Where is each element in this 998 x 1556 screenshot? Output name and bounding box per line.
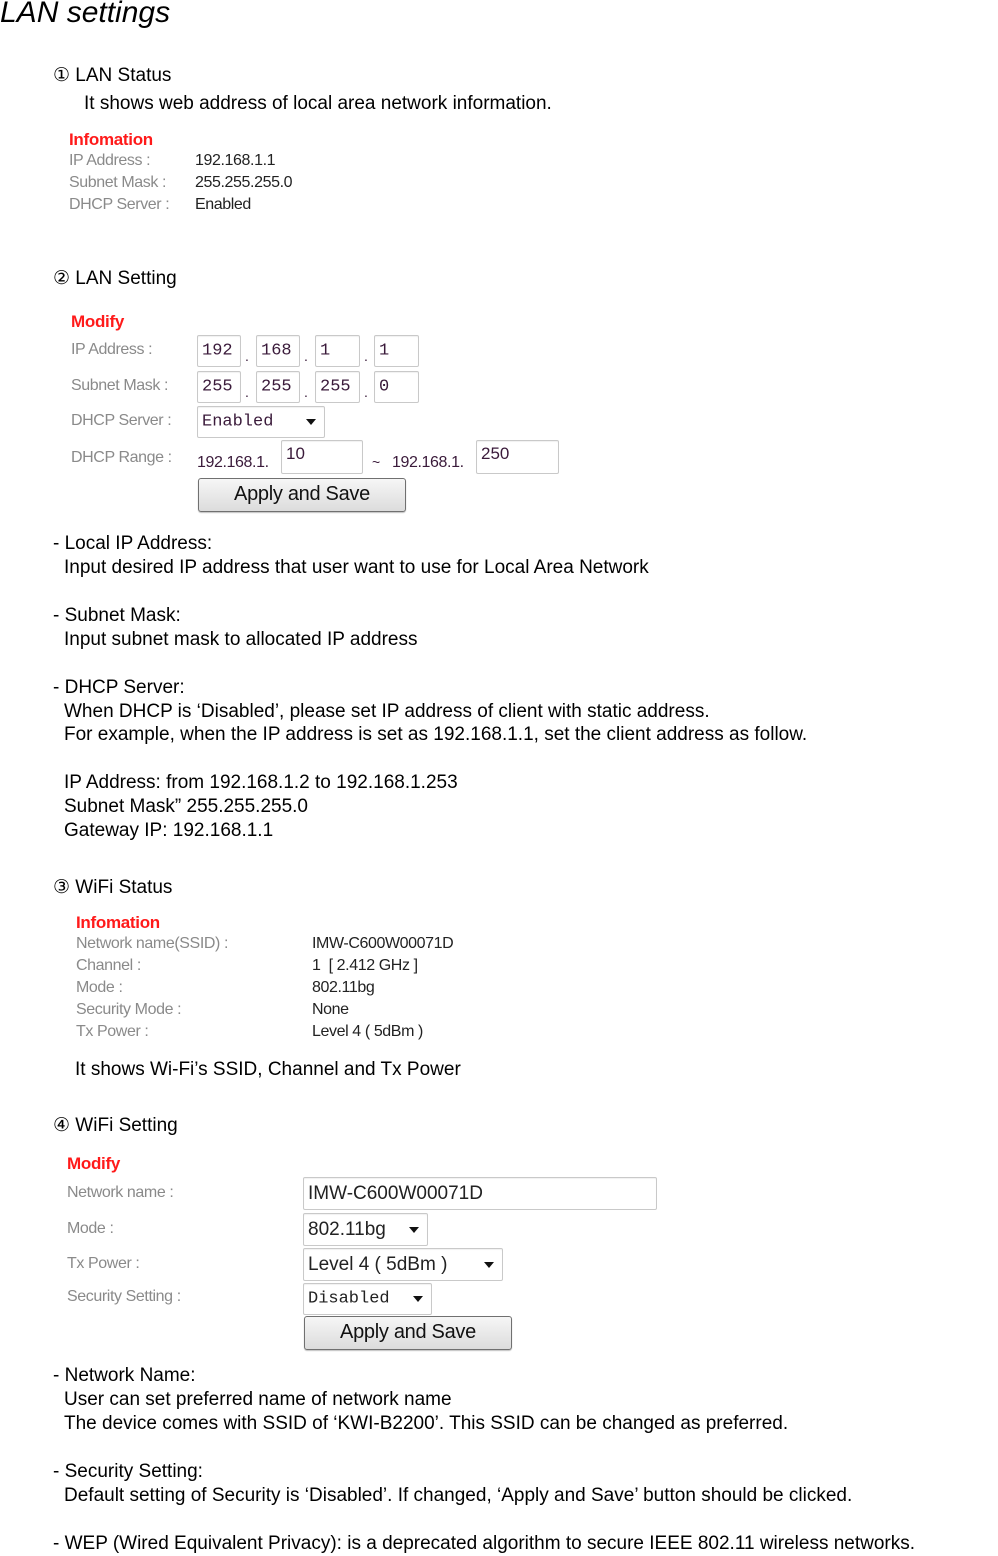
dhcp-range-separator: ~ bbox=[372, 454, 381, 470]
chevron-down-icon bbox=[413, 1296, 423, 1302]
chevron-down-icon bbox=[306, 419, 316, 425]
note-security-text: Default setting of Security is ‘Disabled… bbox=[64, 1485, 853, 1506]
wifi-status-value-mode: 802.11bg bbox=[312, 979, 375, 996]
note-network-name-text-1: User can set preferred name of network n… bbox=[64, 1389, 452, 1410]
dhcp-range-end-prefix: 192.168.1. bbox=[392, 454, 464, 471]
wifi-status-description: It shows Wi-Fi’s SSID, Channel and Tx Po… bbox=[75, 1059, 461, 1080]
note-subnet-title: - Subnet Mask: bbox=[53, 605, 181, 626]
security-setting-select[interactable]: Disabled bbox=[303, 1283, 432, 1315]
mask-octet-2-input[interactable]: 255 bbox=[256, 371, 300, 403]
mask-dot: . bbox=[304, 384, 308, 400]
lan-status-label-dhcp: DHCP Server : bbox=[69, 196, 170, 213]
page-title: LAN settings bbox=[0, 0, 171, 29]
note-wep: - WEP (Wired Equivalent Privacy): is a d… bbox=[53, 1533, 916, 1554]
dhcp-range-start-input[interactable]: 10 bbox=[281, 440, 363, 474]
subnet-mask-label: Subnet Mask : bbox=[71, 377, 169, 394]
wifi-status-label-channel: Channel : bbox=[76, 957, 141, 974]
dhcp-range-start-prefix: 192.168.1. bbox=[197, 454, 269, 471]
lan-apply-and-save-button[interactable]: Apply and Save bbox=[198, 478, 406, 512]
dhcp-range-end-input[interactable]: 250 bbox=[476, 440, 559, 474]
ip-octet-3-input[interactable]: 1 bbox=[315, 335, 360, 367]
wifi-status-heading: ③ WiFi Status bbox=[53, 877, 173, 898]
chevron-down-icon bbox=[409, 1226, 419, 1233]
note-dhcp-title: - DHCP Server: bbox=[53, 677, 185, 698]
chevron-down-icon bbox=[484, 1261, 494, 1268]
lan-setting-heading: ② LAN Setting bbox=[53, 268, 177, 289]
wifi-status-value-txpower: Level 4 ( 5dBm ) bbox=[312, 1023, 423, 1040]
lan-setting-panel-header: Modify bbox=[71, 312, 124, 331]
ip-octet-4-input[interactable]: 1 bbox=[374, 335, 419, 367]
lan-status-value-dhcp: Enabled bbox=[195, 196, 251, 213]
ip-address-label: IP Address : bbox=[71, 341, 153, 358]
example-ip-range: IP Address: from 192.168.1.2 to 192.168.… bbox=[64, 772, 458, 793]
example-gateway: Gateway IP: 192.168.1.1 bbox=[64, 820, 274, 841]
tx-power-label: Tx Power : bbox=[67, 1255, 140, 1272]
mode-label: Mode : bbox=[67, 1220, 114, 1237]
note-local-ip-text: Input desired IP address that user want … bbox=[64, 557, 649, 578]
dhcp-range-label: DHCP Range : bbox=[71, 449, 172, 466]
wifi-status-value-ssid: IMW-C600W00071D bbox=[312, 935, 454, 952]
dhcp-server-select[interactable]: Enabled bbox=[197, 406, 325, 438]
network-name-input[interactable]: IMW-C600W00071D bbox=[303, 1177, 657, 1210]
ip-octet-1-input[interactable]: 192 bbox=[197, 335, 241, 367]
mask-octet-3-input[interactable]: 255 bbox=[315, 371, 360, 403]
wifi-status-label-ssid: Network name(SSID) : bbox=[76, 935, 229, 952]
wifi-apply-and-save-button[interactable]: Apply and Save bbox=[304, 1316, 512, 1350]
ip-octet-2-input[interactable]: 168 bbox=[256, 335, 300, 367]
mask-dot: . bbox=[364, 384, 368, 400]
wifi-status-label-security: Security Mode : bbox=[76, 1001, 182, 1018]
note-security-title: - Security Setting: bbox=[53, 1461, 203, 1482]
ip-dot: . bbox=[304, 348, 308, 364]
note-network-name-title: - Network Name: bbox=[53, 1365, 196, 1386]
mask-dot: . bbox=[245, 384, 249, 400]
note-network-name-text-2: The device comes with SSID of ‘KWI-B2200… bbox=[64, 1413, 789, 1434]
lan-status-value-ip: 192.168.1.1 bbox=[195, 152, 276, 169]
security-setting-label: Security Setting : bbox=[67, 1288, 181, 1305]
mask-octet-1-input[interactable]: 255 bbox=[197, 371, 241, 403]
note-dhcp-text-1: When DHCP is ‘Disabled’, please set IP a… bbox=[64, 701, 710, 722]
wifi-setting-panel-header: Modify bbox=[67, 1154, 120, 1173]
dhcp-server-label: DHCP Server : bbox=[71, 412, 172, 429]
wifi-status-label-txpower: Tx Power : bbox=[76, 1023, 149, 1040]
tx-power-select[interactable]: Level 4 ( 5dBm ) bbox=[303, 1248, 503, 1281]
example-subnet: Subnet Mask” 255.255.255.0 bbox=[64, 796, 309, 817]
note-dhcp-text-2: For example, when the IP address is set … bbox=[64, 724, 808, 745]
lan-status-label-mask: Subnet Mask : bbox=[69, 174, 167, 191]
lan-status-label-ip: IP Address : bbox=[69, 152, 151, 169]
wifi-status-panel-header: Infomation bbox=[76, 913, 160, 932]
mode-select[interactable]: 802.11bg bbox=[303, 1213, 428, 1246]
lan-status-description: It shows web address of local area netwo… bbox=[84, 93, 552, 114]
ip-dot: . bbox=[364, 348, 368, 364]
ip-dot: . bbox=[245, 348, 249, 364]
note-local-ip-title: - Local IP Address: bbox=[53, 533, 213, 554]
wifi-setting-heading: ④ WiFi Setting bbox=[53, 1115, 178, 1136]
lan-status-value-mask: 255.255.255.0 bbox=[195, 174, 293, 191]
wifi-status-value-channel: 1 [ 2.412 GHz ] bbox=[312, 957, 418, 974]
mask-octet-4-input[interactable]: 0 bbox=[374, 371, 419, 403]
lan-status-panel-header: Infomation bbox=[69, 130, 153, 149]
wifi-status-label-mode: Mode : bbox=[76, 979, 123, 996]
network-name-label: Network name : bbox=[67, 1184, 174, 1201]
lan-status-heading: ① LAN Status bbox=[53, 65, 172, 86]
note-subnet-text: Input subnet mask to allocated IP addres… bbox=[64, 629, 418, 650]
wifi-status-value-security: None bbox=[312, 1001, 349, 1018]
